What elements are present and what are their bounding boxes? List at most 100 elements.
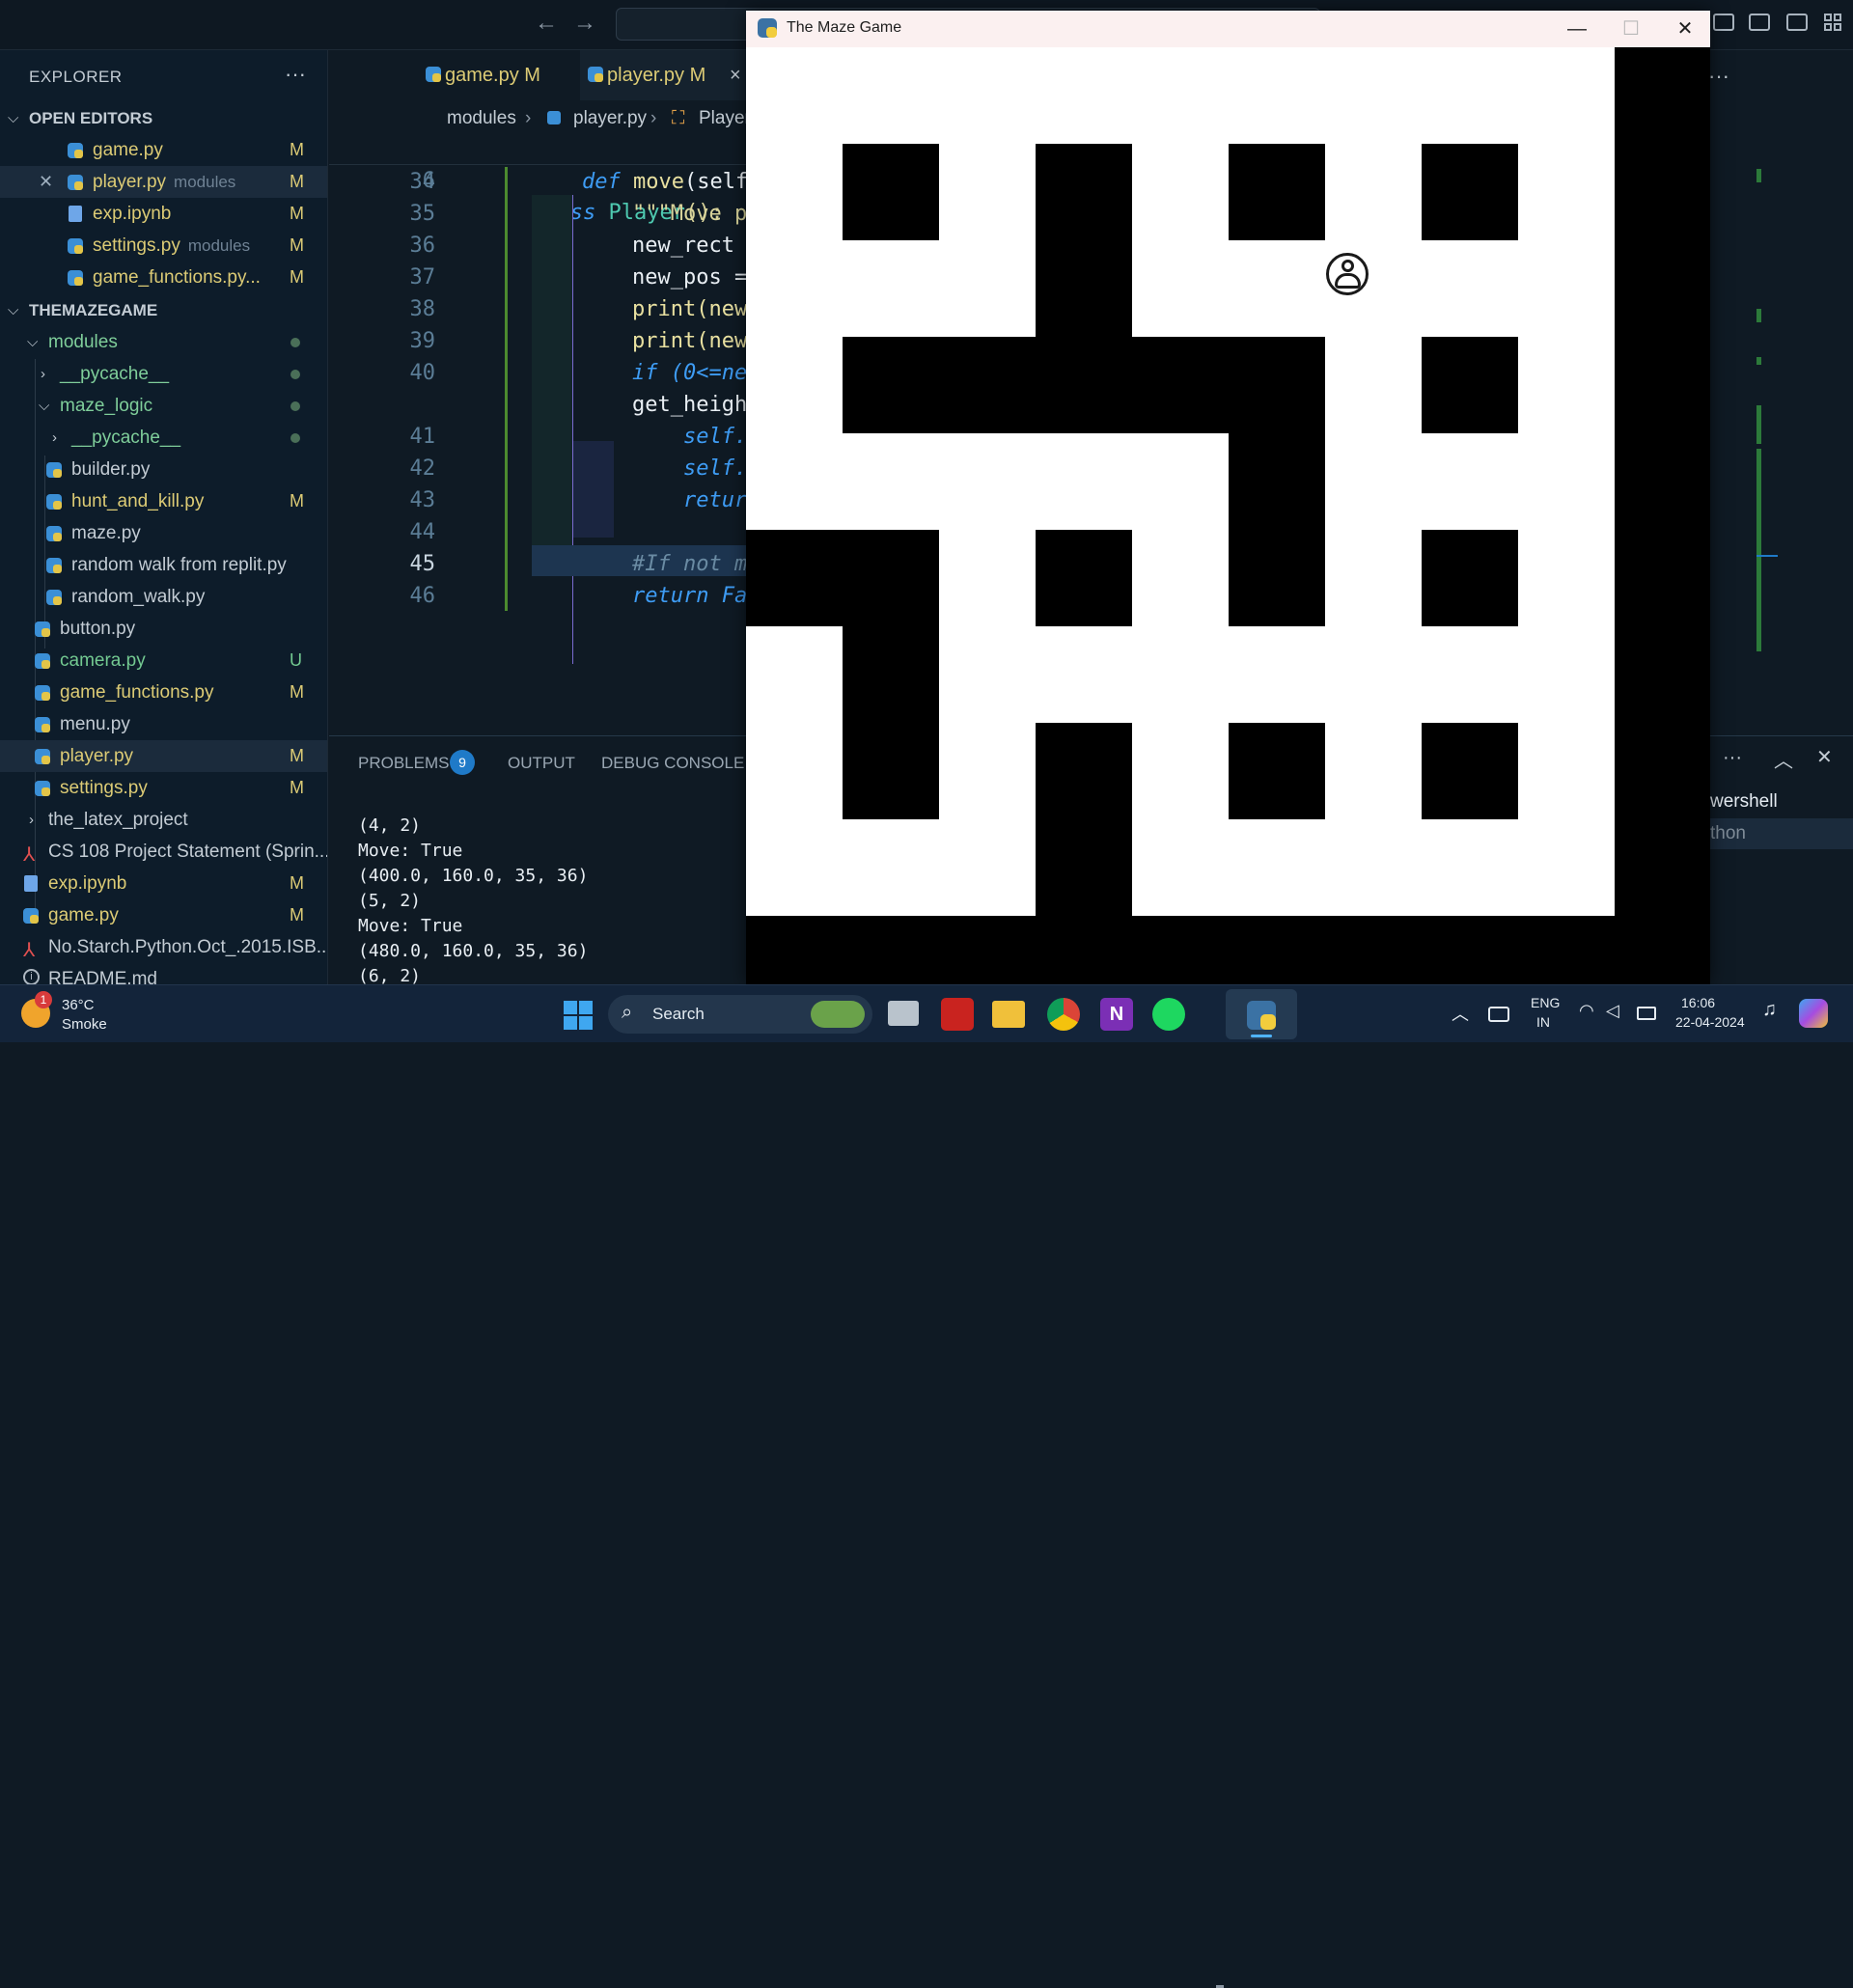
taskbar-search[interactable]: ⌕ Search (608, 995, 872, 1034)
copilot-icon[interactable] (1799, 999, 1828, 1028)
tree-label: maze.py (71, 523, 141, 543)
tree-file[interactable]: ⅄ CS 108 Project Statement (Sprin... (0, 836, 327, 868)
python-file-icon (588, 67, 603, 82)
tree-file[interactable]: game.py M (0, 899, 327, 931)
terminal-list-label: thon (1710, 823, 1746, 843)
search-label: Search (652, 1005, 705, 1023)
forward-arrow-icon[interactable]: → (573, 10, 596, 37)
close-editor-icon[interactable]: ✕ (39, 166, 53, 198)
python-app-taskbar-item[interactable] (1226, 989, 1297, 1039)
tree-file[interactable]: menu.py (0, 708, 327, 740)
code-line[interactable]: 6 class Player(): (329, 133, 746, 225)
task-view-icon[interactable] (888, 1001, 919, 1026)
battery-icon[interactable] (1637, 1007, 1656, 1020)
open-editor-item[interactable]: game.py M (0, 134, 327, 166)
open-editor-item[interactable]: game_functions.py... M (0, 262, 327, 293)
toggle-primary-sidebar-icon[interactable] (1713, 14, 1734, 31)
back-arrow-icon[interactable]: ← (535, 10, 558, 37)
windows-taskbar: 1 36°C Smoke ⌕ Search N ︿ ENG IN ◠ ◁ 16:… (0, 984, 1853, 1988)
python-file-icon (35, 685, 50, 701)
maze-wall (1422, 144, 1518, 240)
breadcrumb-file[interactable]: player.py (573, 102, 647, 135)
tree-file[interactable]: random_walk.py (0, 581, 327, 613)
explorer-more-icon[interactable]: ··· (285, 62, 306, 87)
clock-time[interactable]: 16:06 (1681, 995, 1715, 1010)
weather-temp[interactable]: 36°C (62, 997, 95, 1013)
tree-folder[interactable]: › the_latex_project (0, 804, 327, 836)
terminal-list-selected[interactable]: thon (1699, 818, 1853, 849)
git-change-bar (505, 167, 508, 611)
tree-folder[interactable]: › __pycache__ (0, 358, 327, 390)
customize-layout-icon[interactable] (1824, 14, 1843, 33)
tree-file[interactable]: maze.py (0, 517, 327, 549)
language-bottom[interactable]: IN (1536, 1014, 1550, 1030)
wifi-icon[interactable]: ◠ (1579, 1001, 1594, 1021)
tab-output[interactable]: OUTPUT (508, 754, 575, 773)
tree-file[interactable]: settings.py M (0, 772, 327, 804)
breadcrumb-symbol[interactable]: Player (699, 102, 746, 135)
volume-icon[interactable]: ◁ (1606, 1001, 1619, 1021)
toggle-secondary-sidebar-icon[interactable] (1786, 14, 1808, 31)
code-text: new_pos = (632, 265, 746, 290)
tree-file[interactable]: button.py (0, 613, 327, 645)
close-button[interactable]: ✕ (1658, 11, 1712, 47)
python-file-icon (68, 175, 83, 190)
tree-folder-modules[interactable]: ⌵ modules (0, 326, 327, 358)
tab-close-icon[interactable]: × (730, 50, 741, 100)
spotify-icon[interactable] (1152, 998, 1185, 1031)
windows-start-icon[interactable] (564, 1001, 593, 1030)
git-status-badge: M (290, 491, 304, 511)
maze-window-titlebar[interactable]: The Maze Game — ☐ ✕ (746, 11, 1710, 47)
tab-problems[interactable]: PROBLEMS (358, 754, 449, 773)
git-status-dot (290, 433, 300, 443)
weather-desc[interactable]: Smoke (62, 1016, 107, 1033)
notification-bell-icon[interactable]: ♫ (1762, 999, 1777, 1021)
python-file-icon (426, 67, 441, 82)
python-file-icon (547, 111, 561, 124)
maze-game-window[interactable]: The Maze Game — ☐ ✕ (746, 11, 1710, 984)
panel-more-icon[interactable]: ··· (1723, 747, 1742, 769)
file-explorer-icon[interactable] (992, 1001, 1025, 1028)
toggle-panel-icon[interactable] (1749, 14, 1770, 31)
breadcrumb-folder[interactable]: modules (447, 102, 516, 135)
tree-folder-maze-logic[interactable]: ⌵ maze_logic (0, 390, 327, 422)
keyboard-icon[interactable] (1488, 1007, 1509, 1022)
minimize-button[interactable]: — (1550, 11, 1604, 47)
tree-file[interactable]: builder.py (0, 454, 327, 485)
tree-file[interactable]: exp.ipynb M (0, 868, 327, 899)
open-editor-item-active[interactable]: ✕ player.py modules M (0, 166, 327, 198)
onenote-icon[interactable]: N (1100, 998, 1133, 1031)
tree-file[interactable]: random walk from replit.py (0, 549, 327, 581)
tree-file[interactable]: game_functions.py M (0, 676, 327, 708)
tree-file[interactable]: camera.py U (0, 645, 327, 676)
tree-file-selected[interactable]: player.py M (0, 740, 327, 772)
python-file-icon (35, 653, 50, 669)
git-status-dot (290, 370, 300, 379)
tree-file[interactable]: hunt_and_kill.py M (0, 485, 327, 517)
python-file-icon (35, 621, 50, 637)
language-top[interactable]: ENG (1531, 995, 1560, 1010)
tree-label: modules (48, 332, 118, 352)
maze-canvas[interactable] (746, 47, 1710, 984)
tab-debug-console[interactable]: DEBUG CONSOLE (601, 754, 744, 773)
open-editor-item[interactable]: exp.ipynb M (0, 198, 327, 230)
python-file-icon (35, 749, 50, 764)
close-panel-icon[interactable]: ✕ (1816, 745, 1833, 769)
editor-more-icon[interactable]: ··· (1708, 64, 1729, 89)
chevron-up-icon[interactable]: ︿ (1452, 1001, 1469, 1026)
maximize-button[interactable]: ☐ (1604, 11, 1658, 47)
python-file-icon (46, 590, 62, 605)
tree-file[interactable]: i README.md (0, 963, 327, 984)
tree-file[interactable]: ⅄ No.Starch.Python.Oct_.2015.ISB... (0, 931, 327, 963)
tree-folder[interactable]: › __pycache__ (0, 422, 327, 454)
maximize-panel-icon[interactable]: ︿ (1774, 745, 1793, 773)
project-section[interactable]: ⌵ THEMAZEGAME (0, 294, 327, 326)
tab-player-py[interactable]: player.py M × (580, 50, 746, 100)
open-editors-section[interactable]: ⌵ OPEN EDITORS (0, 102, 327, 134)
acrobat-icon[interactable] (941, 998, 974, 1031)
search-highlight-icon (811, 1001, 865, 1028)
open-editor-item[interactable]: settings.py modules M (0, 230, 327, 262)
chrome-icon[interactable] (1047, 998, 1080, 1031)
clock-date[interactable]: 22-04-2024 (1675, 1014, 1745, 1030)
terminal-list-item[interactable]: wershell (1710, 791, 1778, 813)
